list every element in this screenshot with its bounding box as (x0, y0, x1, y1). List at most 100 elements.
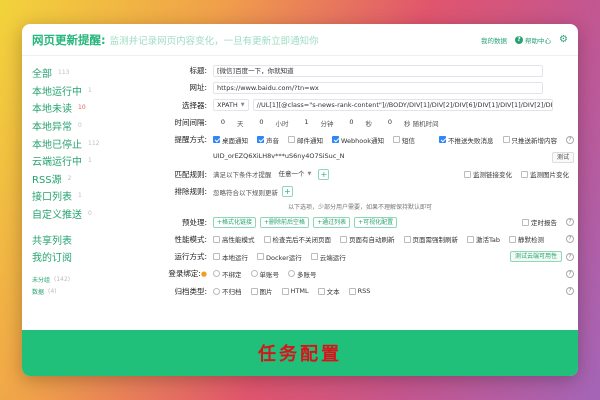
desktop-notify-checkbox[interactable]: 桌面通知 (213, 135, 248, 145)
sidebar-item-my-subscriptions[interactable]: 我的订阅 (22, 248, 140, 266)
silent-detect-checkbox[interactable]: 静默检测 (509, 234, 544, 244)
local-run-checkbox[interactable]: 本地运行 (213, 252, 248, 262)
title-input[interactable]: [微信]百度一下，你就知道 (213, 64, 543, 77)
sidebar-item-shared-list[interactable]: 共享列表 (22, 230, 140, 248)
docker-run-checkbox[interactable]: Docker运行 (257, 252, 302, 262)
help-icon[interactable]: ? (566, 235, 574, 244)
chevron-down-icon: ▼ (240, 102, 245, 109)
app-subtitle: 监测并记录网页内容变化，一旦有更新立即通知你 (109, 35, 319, 47)
task-form: 标题: [微信]百度一下，你就知道 网址: https://www.baidu.… (146, 62, 574, 300)
webhook-notify-checkbox[interactable]: Webhook通知 (332, 135, 384, 145)
email-notify-checkbox[interactable]: 邮件通知 (288, 135, 323, 145)
notify-label: 提醒方式: (174, 135, 207, 145)
help-center-label: 帮助中心 (525, 36, 552, 45)
days-input[interactable]: 0 (213, 117, 233, 128)
sidebar-item-rss[interactable]: RSS源 2 (22, 170, 140, 188)
performance-row: 性能模式: 高性能模式 检查完后不关闭页面 页面有自动刷新 页面需强制刷新 激活… (146, 231, 574, 248)
text-archive-checkbox[interactable]: 文本 (317, 286, 340, 296)
monitor-link-checkbox[interactable]: 监测链接变化 (464, 169, 512, 179)
match-mode-select[interactable]: 任意一个 ▼ (276, 168, 315, 180)
exclude-row: 排除规则: 忽略符合以下规则更新 + (146, 183, 574, 200)
exclude-desc: 忽略符合以下规则更新 (213, 188, 278, 197)
high-performance-checkbox[interactable]: 高性能模式 (213, 234, 255, 244)
match-desc: 满足以下条件才提醒 (213, 171, 272, 180)
sidebar-item-local-unread[interactable]: 本地未读 10 (22, 99, 140, 117)
add-exclude-rule-button[interactable]: + (282, 186, 293, 198)
selector-type-select[interactable]: XPATH ▼ (213, 99, 249, 112)
html-archive-checkbox[interactable]: HTML (281, 287, 309, 295)
auto-refresh-checkbox[interactable]: 页面有自动刷新 (340, 234, 395, 244)
app-title: 网页更新提醒: (32, 32, 106, 47)
single-account-radio[interactable]: 单账号 (250, 269, 279, 279)
test-button[interactable]: 测试 (551, 151, 574, 163)
login-label: 登录绑定:● (168, 269, 207, 279)
monitor-image-checkbox[interactable]: 监测图片变化 (521, 169, 569, 179)
gear-icon[interactable]: ⚙ (559, 34, 568, 45)
help-icon[interactable]: ? (566, 252, 574, 261)
image-archive-checkbox[interactable]: 图片 (250, 286, 273, 296)
scheduled-report-checkbox[interactable]: 定时报告 (522, 217, 557, 227)
match-label: 匹配规则: (174, 169, 207, 179)
top-actions: 我的数据 ? 帮助中心 ⚙ (481, 34, 568, 45)
push-new-only-checkbox[interactable]: 只推送新增内容 (502, 135, 557, 145)
help-icon: ? (515, 35, 524, 44)
webhook-token-input[interactable]: UID_orEZQ6XiLH8v***uS6ny4O7SiSuc_N (213, 151, 533, 163)
no-bind-radio[interactable]: 不绑定 (213, 269, 242, 279)
activate-tab-checkbox[interactable]: 激活Tab (467, 234, 500, 244)
runmode-label: 运行方式: (174, 252, 207, 262)
advanced-note: 以下选项，少部分用户需要，如果不理解保持默认即可 (287, 204, 432, 212)
help-icon[interactable]: ? (566, 218, 574, 227)
url-label: 网址: (189, 83, 207, 93)
seconds-input[interactable]: 0 (342, 117, 362, 128)
test-cloud-button[interactable]: 测试云端可用性 (509, 251, 562, 263)
format-links-chip[interactable]: +格式化链接 (213, 216, 257, 228)
sidebar-group-ungrouped[interactable]: 未分组 (142) (22, 274, 140, 286)
sidebar-item-all[interactable]: 全部 113 (22, 64, 140, 82)
help-center-link[interactable]: ? 帮助中心 (515, 35, 551, 45)
url-input[interactable]: https://www.baidu.com/?tn=wx (213, 81, 543, 94)
add-match-rule-button[interactable]: + (318, 168, 330, 180)
help-icon[interactable]: ? (566, 287, 574, 296)
caption-banner: 任务配置 (22, 330, 578, 376)
multi-account-radio[interactable]: 多账号 (288, 269, 317, 279)
cloud-run-checkbox[interactable]: 云端运行 (310, 252, 346, 262)
url-row: 网址: https://www.baidu.com/?tn=wx (146, 79, 574, 96)
interval-label: 时间间隔: (174, 118, 207, 128)
sidebar-item-local-error[interactable]: 本地异常 0 (22, 117, 140, 135)
help-icon[interactable]: ? (566, 135, 574, 144)
performance-label: 性能模式: (174, 234, 207, 244)
chevron-down-icon: ▼ (307, 171, 312, 178)
runmode-row: 运行方式: 本地运行 Docker运行 云端运行 测试云端可用性 ? (146, 248, 574, 265)
no-archive-radio[interactable]: 不归档 (213, 286, 242, 296)
notify-row: 提醒方式: 桌面通知 声音 邮件通知 Webhook通知 短信 不推送失败消息 … (146, 131, 574, 148)
help-icon[interactable]: ? (566, 269, 574, 278)
sms-checkbox[interactable]: 短信 (393, 135, 415, 145)
no-push-failure-checkbox[interactable]: 不推送失败消息 (439, 135, 494, 145)
archive-label: 归档类型: (174, 286, 207, 296)
sidebar-item-local-running[interactable]: 本地运行中 1 (22, 82, 140, 100)
keep-page-open-checkbox[interactable]: 检查完后不关闭页面 (263, 234, 331, 244)
through-list-chip[interactable]: +通过列表 (313, 216, 351, 228)
force-refresh-checkbox[interactable]: 页面需强制刷新 (403, 234, 458, 244)
random-input[interactable]: 0 (380, 117, 400, 128)
my-data-link[interactable]: 我的数据 (481, 35, 507, 45)
preprocess-label: 预处理: (181, 217, 207, 227)
hours-input[interactable]: 0 (252, 117, 272, 128)
title-row: 标题: [微信]百度一下，你就知道 (146, 62, 574, 79)
preprocess-row: 预处理: +格式化链接 +删除前后空格 +通过列表 +可视化配置 定时报告 ? (146, 213, 574, 230)
minutes-input[interactable]: 1 (297, 117, 317, 128)
trim-spaces-chip[interactable]: +删除前后空格 (260, 216, 310, 228)
rss-archive-checkbox[interactable]: RSS (348, 287, 370, 295)
sidebar-item-api-list[interactable]: 接口列表 1 (22, 187, 140, 205)
sidebar-item-local-stopped[interactable]: 本地已停止 112 (22, 134, 140, 152)
selector-input[interactable]: //UL[1][@class="s-news-rank-content"]//B… (252, 99, 553, 112)
sidebar-item-cloud-running[interactable]: 云端运行中 1 (22, 152, 140, 170)
sidebar-group-data[interactable]: 数据 (4) (22, 286, 140, 298)
sidebar-item-custom-push[interactable]: 自定义推送 0 (22, 205, 140, 223)
sound-checkbox[interactable]: 声音 (257, 135, 279, 145)
note-row: 以下选项，少部分用户需要，如果不理解保持默认即可 (146, 200, 574, 213)
visual-config-chip[interactable]: +可视化配置 (354, 216, 398, 228)
exclude-label: 排除规则: (174, 187, 207, 197)
